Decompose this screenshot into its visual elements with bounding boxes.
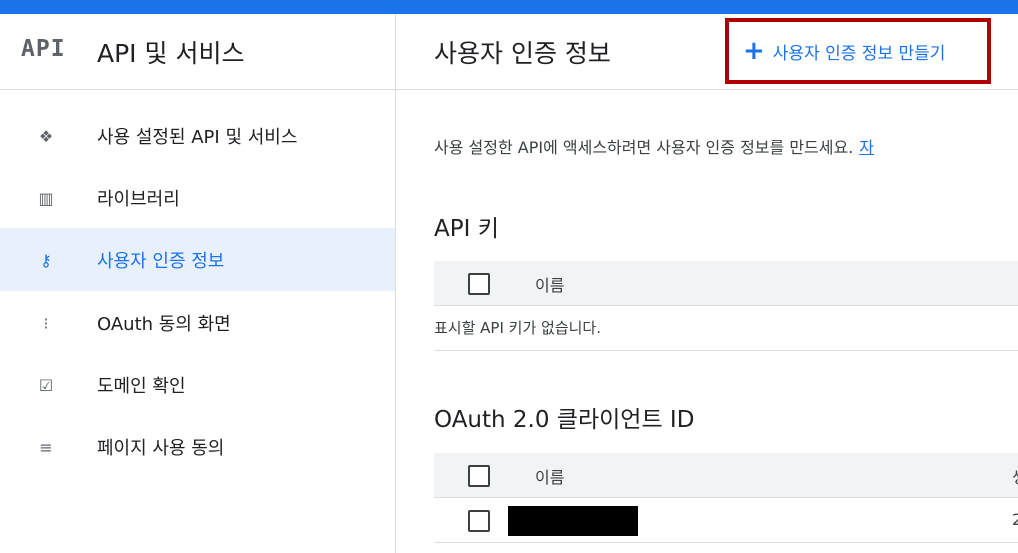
sidebar-item-label: 사용자 인증 정보 [97, 251, 225, 272]
library-icon: ▥ [38, 188, 54, 208]
dashboard-icon: ❖ [38, 126, 54, 146]
select-all-api-keys-checkbox[interactable] [468, 273, 490, 295]
api-logo: API [21, 36, 66, 62]
sidebar-header: API API 및 서비스 [0, 14, 395, 90]
sidebar: API API 및 서비스 ❖ 사용 설정된 API 및 서비스 ▥ 라이브러리… [0, 14, 396, 553]
create-credentials-label: 사용자 인증 정보 만들기 [772, 43, 946, 64]
main-content: 사용자 인증 정보 + 사용자 인증 정보 만들기 사용 설정한 API에 액세… [396, 14, 1018, 553]
sidebar-item-label: OAuth 동의 화면 [97, 314, 231, 335]
page-header: 사용자 인증 정보 + 사용자 인증 정보 만들기 [396, 14, 1018, 90]
sidebar-item-label: 라이브러리 [97, 189, 180, 210]
sidebar-item-library[interactable]: ▥ 라이브러리 [0, 166, 395, 229]
description-text: 사용 설정한 API에 액세스하려면 사용자 인증 정보를 만드세요. [434, 138, 854, 157]
checkbox-icon: ☑ [38, 375, 54, 395]
sidebar-item-enabled-apis[interactable]: ❖ 사용 설정된 API 및 서비스 [0, 104, 395, 167]
sidebar-item-label: 사용 설정된 API 및 서비스 [97, 127, 298, 148]
select-all-oauth-checkbox[interactable] [468, 465, 490, 487]
api-keys-empty-row: 표시할 API 키가 없습니다. [434, 306, 1018, 351]
sidebar-item-label: 도메인 확인 [97, 376, 186, 397]
sidebar-item-oauth-consent[interactable]: ⁝ OAuth 동의 화면 [0, 291, 395, 354]
consent-icon: ⁝ [43, 313, 49, 333]
sidebar-item-label: 페이지 사용 동의 [97, 438, 225, 459]
row-checkbox[interactable] [468, 510, 490, 532]
settings-list-icon: ≡ [39, 437, 53, 457]
page-title: 사용자 인증 정보 [434, 39, 611, 68]
column-name[interactable]: 이름 [535, 272, 564, 296]
plus-icon: + [743, 36, 765, 66]
column-name[interactable]: 이름 [535, 464, 564, 488]
api-keys-title: API 키 [434, 216, 499, 242]
empty-message: 표시할 API 키가 없습니다. [434, 319, 602, 337]
sidebar-item-domain-verification[interactable]: ☑ 도메인 확인 [0, 353, 395, 416]
row-date-partial: 2 [1012, 510, 1018, 529]
sidebar-item-page-usage-agreement[interactable]: ≡ 페이지 사용 동의 [0, 415, 395, 478]
redacted-client-name [508, 506, 638, 536]
column-creation-date[interactable]: 생 [1012, 464, 1018, 488]
top-accent-bar [0, 0, 1018, 14]
sidebar-item-credentials[interactable]: ⚷ 사용자 인증 정보 [0, 228, 395, 291]
table-row[interactable]: 2 [434, 498, 1018, 543]
learn-more-link[interactable]: 자 [859, 138, 874, 157]
create-credentials-button[interactable]: + 사용자 인증 정보 만들기 [725, 18, 991, 84]
oauth-clients-title: OAuth 2.0 클라이언트 ID [434, 407, 695, 433]
oauth-table-header: 이름 생 [434, 453, 1018, 498]
page-description: 사용 설정한 API에 액세스하려면 사용자 인증 정보를 만드세요. 자 [434, 134, 874, 158]
key-icon: ⚷ [40, 250, 52, 270]
product-title: API 및 서비스 [97, 39, 245, 68]
api-keys-table-header: 이름 [434, 261, 1018, 306]
